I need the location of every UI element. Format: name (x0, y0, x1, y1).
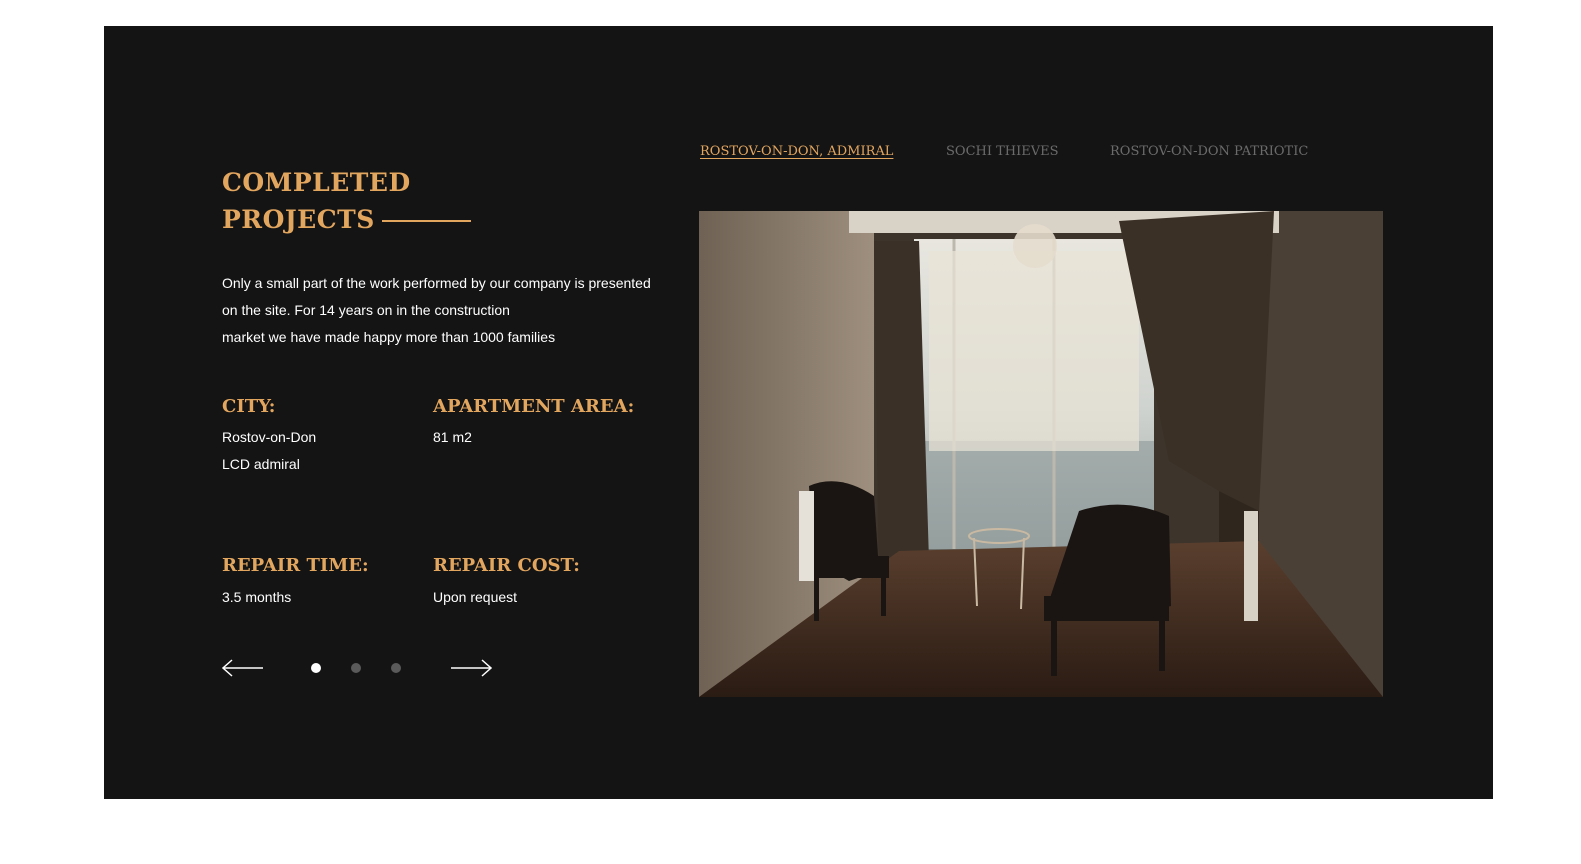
title-underline-divider (382, 220, 471, 222)
arrow-right-icon (451, 659, 493, 677)
arrow-left-icon (221, 659, 263, 677)
apartment-area-label: APARTMENT AREA: (433, 396, 635, 417)
repair-time-value-text: 3.5 months (222, 589, 292, 605)
interior-photo-image (699, 211, 1383, 697)
apartment-area-value-text: 81 m2 (433, 429, 472, 445)
apartment-area-value: 81 m2 (433, 424, 472, 451)
intro-line: on the site. For 14 years on in the cons… (222, 302, 510, 318)
repair-cost-value-text: Upon request (433, 589, 518, 605)
repair-cost-value: Upon request (433, 584, 517, 611)
project-photo (699, 211, 1383, 697)
slide-dot-1[interactable] (311, 663, 321, 673)
city-value-line: Rostov-on-Don (222, 429, 317, 445)
section-title-line1: COMPLETED (222, 168, 411, 197)
next-slide-button[interactable] (450, 656, 493, 680)
city-value: Rostov-on-Don LCD admiral (222, 424, 316, 478)
repair-cost-label: REPAIR COST: (433, 555, 580, 576)
tab-rostov-patriotic[interactable]: ROSTOV-ON-DON PATRIOTIC (1110, 142, 1308, 162)
section-title: COMPLETED PROJECTS (222, 164, 411, 238)
repair-time-label: REPAIR TIME: (222, 555, 369, 576)
slide-dot-3[interactable] (391, 663, 401, 673)
city-value-line: LCD admiral (222, 456, 300, 472)
intro-line: market we have made happy more than 1000… (222, 329, 556, 345)
slide-dot-2[interactable] (351, 663, 361, 673)
tab-rostov-admiral[interactable]: ROSTOV-ON-DON, ADMIRAL (700, 142, 893, 162)
intro-line: Only a small part of the work performed … (222, 275, 651, 291)
completed-projects-section: COMPLETED PROJECTS Only a small part of … (104, 26, 1493, 799)
prev-slide-button[interactable] (221, 656, 264, 680)
section-intro-text: Only a small part of the work performed … (222, 270, 682, 351)
tab-sochi-thieves[interactable]: SOCHI THIEVES (946, 142, 1059, 162)
repair-time-value: 3.5 months (222, 584, 291, 611)
city-label: CITY: (222, 396, 276, 417)
